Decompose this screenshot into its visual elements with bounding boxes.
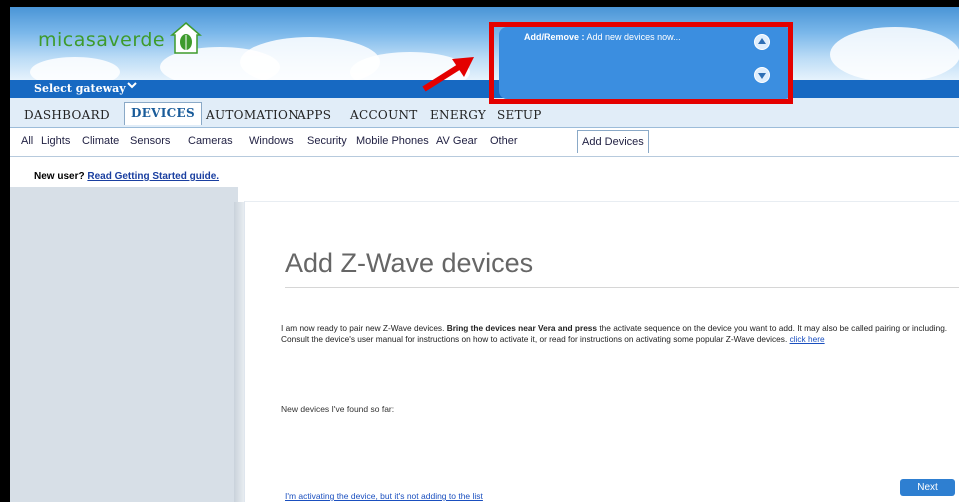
- gateway-label: Select gateway: [34, 82, 126, 95]
- title-divider: [285, 287, 959, 288]
- subtab-all[interactable]: All: [21, 135, 33, 147]
- main-nav: DASHBOARD DEVICES AUTOMATION APPS ACCOUN…: [10, 98, 959, 128]
- header-banner: micasaverde: [10, 7, 959, 80]
- tab-automation[interactable]: AUTOMATION: [206, 108, 299, 122]
- not-adding-help-link[interactable]: I'm activating the device, but it's not …: [285, 491, 483, 501]
- help-link-wrap: I'm activating the device, but it's not …: [285, 491, 483, 501]
- tab-apps[interactable]: APPS: [297, 108, 331, 122]
- click-here-link[interactable]: click here: [790, 334, 825, 344]
- new-user-prefix: New user?: [34, 171, 85, 182]
- status-highlight-box: Add/Remove : Add new devices now...: [489, 22, 793, 104]
- chevron-down-icon: [126, 79, 138, 94]
- page-title: Add Z-Wave devices: [285, 248, 534, 278]
- status-label: Add/Remove :: [524, 32, 585, 42]
- tab-account[interactable]: ACCOUNT: [350, 108, 418, 122]
- status-text: Add/Remove : Add new devices now...: [524, 32, 681, 42]
- subtab-security[interactable]: Security: [307, 135, 347, 147]
- tab-dashboard[interactable]: DASHBOARD: [24, 108, 110, 122]
- subtab-mobile-phones[interactable]: Mobile Phones: [356, 135, 429, 147]
- device-category-nav: All Lights Climate Sensors Cameras Windo…: [10, 128, 959, 157]
- subtab-climate[interactable]: Climate: [82, 135, 119, 147]
- tab-energy[interactable]: ENERGY: [430, 108, 486, 122]
- brand-logo[interactable]: micasaverde: [38, 29, 165, 51]
- instructions-text: I am now ready to pair new Z-Wave device…: [281, 323, 959, 345]
- subtab-lights[interactable]: Lights: [41, 135, 70, 147]
- app-window: micasaverde Select gateway DASHBOARD DEV…: [10, 7, 959, 502]
- left-pane: [10, 187, 238, 502]
- subtab-add-devices[interactable]: Add Devices: [577, 130, 649, 153]
- found-devices-label: New devices I've found so far:: [281, 404, 395, 414]
- instructions-bold: Bring the devices near Vera and press: [446, 323, 598, 333]
- add-devices-wizard: Add Z-Wave devices I am now ready to pai…: [244, 201, 959, 502]
- arrow-down-icon[interactable]: [754, 67, 770, 83]
- house-leaf-icon: [169, 21, 203, 55]
- subtab-sensors[interactable]: Sensors: [130, 135, 170, 147]
- new-user-notice: New user? Read Getting Started guide.: [34, 171, 219, 182]
- tab-setup[interactable]: SETUP: [497, 108, 542, 122]
- subtab-av-gear[interactable]: AV Gear: [436, 135, 477, 147]
- subtab-windows[interactable]: Windows: [249, 135, 294, 147]
- status-panel: Add/Remove : Add new devices now...: [499, 27, 788, 99]
- getting-started-link[interactable]: Read Getting Started guide.: [87, 171, 219, 182]
- red-arrow-icon: [422, 57, 474, 92]
- arrow-up-icon[interactable]: [754, 34, 770, 50]
- subtab-other[interactable]: Other: [490, 135, 518, 147]
- subtab-cameras[interactable]: Cameras: [188, 135, 233, 147]
- next-button[interactable]: Next: [900, 479, 955, 496]
- status-message: Add new devices now...: [586, 32, 681, 42]
- instructions-start: I am now ready to pair new Z-Wave device…: [281, 323, 447, 333]
- gateway-selector[interactable]: Select gateway: [10, 80, 959, 98]
- tab-devices[interactable]: DEVICES: [124, 102, 202, 125]
